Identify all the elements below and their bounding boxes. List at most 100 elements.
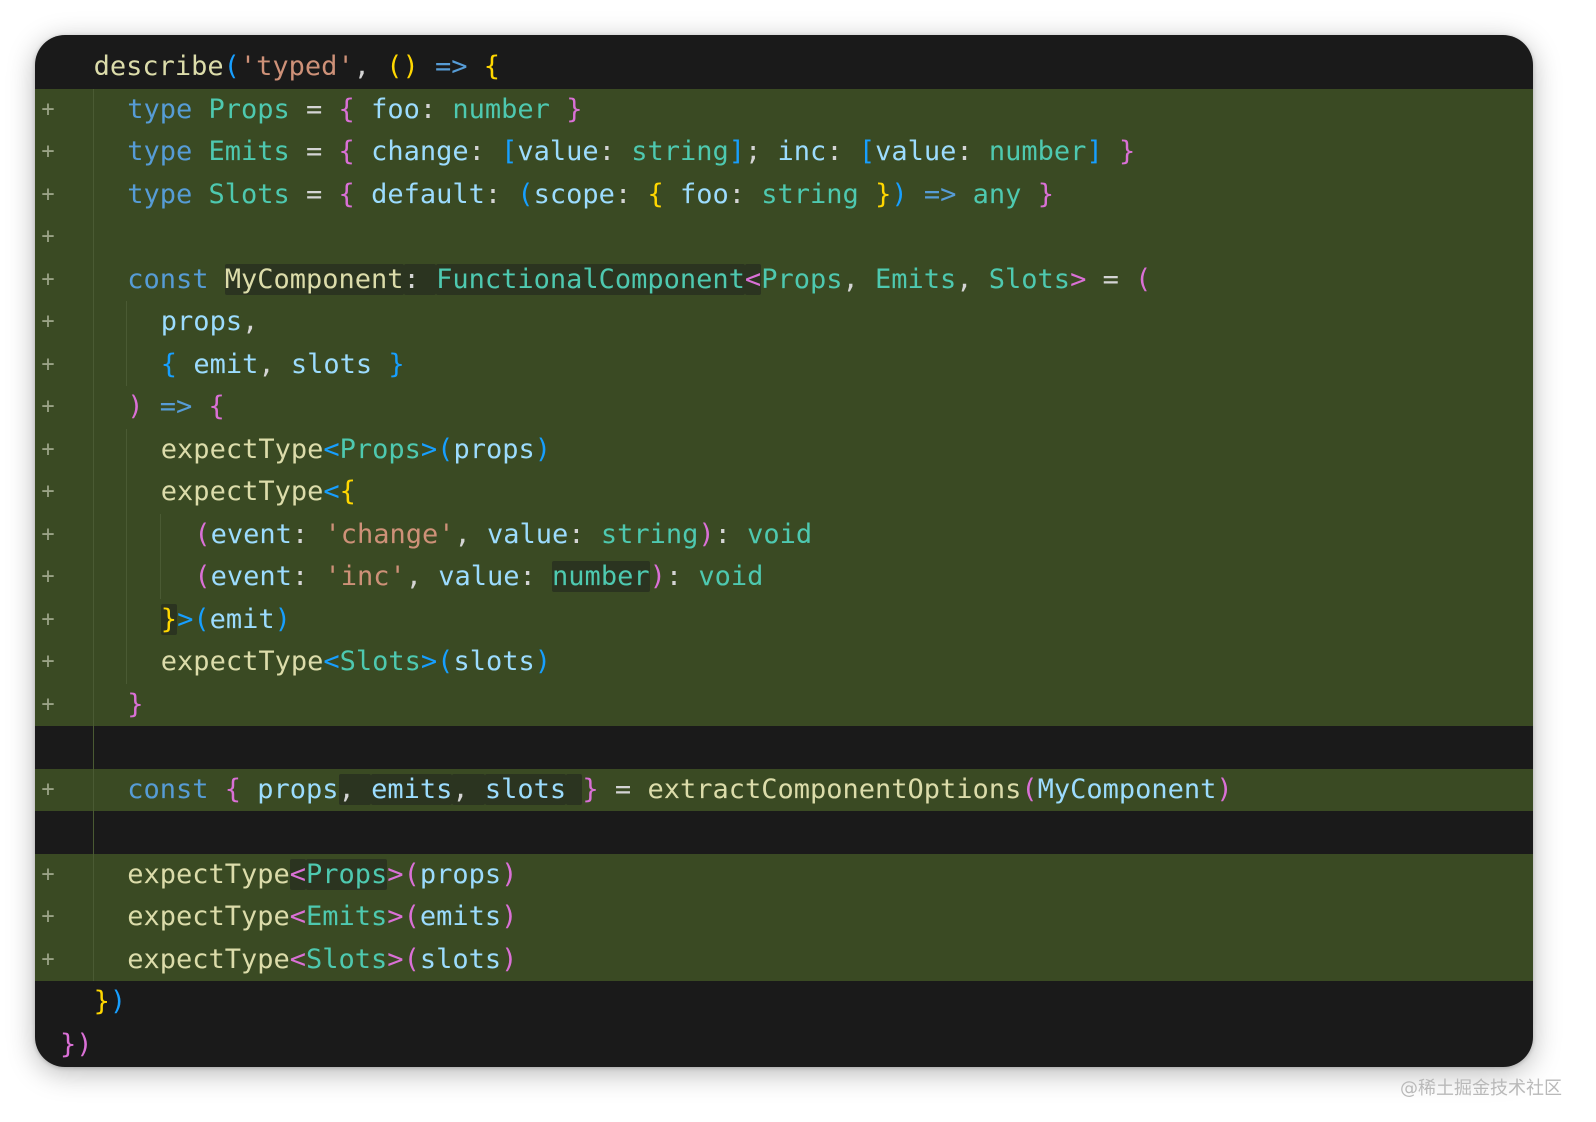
code-token: :: [826, 136, 859, 167]
code-line-text: { emit, slots }: [161, 344, 405, 387]
code-token: ,: [842, 263, 875, 295]
code-token: slots: [453, 646, 535, 677]
code-token: extractComponentOptions: [647, 773, 1022, 805]
code-token: ): [891, 178, 908, 210]
code-token: {: [338, 178, 355, 210]
code-token: (: [194, 561, 211, 592]
code-line: + expectType<Props>(props): [35, 853, 1533, 897]
code-token: (: [223, 51, 240, 82]
code-token: foo: [371, 93, 420, 125]
code-token: Props: [339, 433, 421, 465]
code-token: :: [291, 561, 325, 592]
code-token: (): [386, 51, 419, 82]
code-token: slots: [419, 943, 502, 975]
diff-added-marker: +: [41, 564, 55, 589]
code-token: [: [858, 136, 876, 167]
code-token: :: [665, 561, 699, 592]
code-token: 'inc': [324, 561, 406, 592]
diff-added-marker: +: [41, 96, 55, 122]
code-line-text: }): [60, 1024, 93, 1067]
diff-added-marker: +: [41, 139, 55, 164]
code-token: {: [160, 348, 178, 380]
code-token: ): [501, 901, 518, 932]
code-token: ): [501, 943, 518, 975]
code-line-text: (event: 'inc', value: number): void: [194, 556, 763, 599]
code-token: <: [323, 646, 340, 677]
code-token: :: [714, 518, 748, 550]
diff-added-marker: +: [41, 691, 55, 717]
code-line-text: expectType<Slots>(slots): [161, 641, 551, 684]
code-token: change: [371, 136, 469, 167]
indent-guide: [159, 513, 161, 599]
code-line: describe('typed', () => {: [35, 46, 1533, 89]
code-token: >: [1070, 263, 1087, 295]
code-token: 'typed': [239, 51, 354, 82]
code-token: any: [972, 178, 1022, 210]
code-token: {: [339, 476, 356, 507]
code-line: + props,: [35, 301, 1533, 344]
code-token: {: [338, 136, 355, 167]
code-line: }): [35, 981, 1533, 1024]
code-line-text: expectType<Emits>(emits): [127, 896, 517, 939]
code-token: >: [387, 858, 404, 890]
code-token: }: [566, 93, 583, 125]
code-token: :: [614, 178, 648, 210]
code-token: <: [323, 433, 340, 465]
code-token: ): [534, 433, 551, 465]
diff-added-marker: +: [41, 946, 55, 972]
code-token: [566, 773, 583, 805]
code-line: + const MyComponent: FunctionalComponent<…: [35, 258, 1533, 301]
code-token: :: [403, 263, 437, 295]
code-token: value: [438, 561, 520, 592]
code-token: props: [453, 433, 535, 465]
code-line: + { emit, slots }: [35, 343, 1533, 387]
code-token: props: [160, 306, 243, 337]
diff-added-marker: +: [41, 521, 55, 547]
code-token: scope: [533, 178, 615, 210]
indent-guide: [126, 301, 128, 386]
code-line: + const { props, emits, slots } = extract…: [35, 768, 1533, 811]
code-line-text: (event: 'change', value: string): void: [194, 514, 812, 557]
code-token: expectType: [127, 901, 290, 932]
code-token: (: [194, 518, 211, 550]
code-token: [: [501, 136, 518, 167]
code-token: expectType: [127, 858, 290, 890]
code-token: :: [419, 93, 453, 125]
code-token: <: [323, 476, 340, 507]
code-token: <: [744, 263, 762, 295]
code-token: describe: [93, 51, 224, 82]
diff-added-marker: +: [41, 649, 55, 674]
code-token: ,: [338, 773, 372, 805]
diff-added-marker: +: [41, 351, 55, 377]
code-token: >: [420, 646, 438, 677]
code-token: Slots: [208, 178, 290, 210]
code-token: }: [160, 603, 178, 635]
code-line-text: type Emits = { change: [value: string]; …: [127, 131, 1135, 174]
code-line-text: expectType<Props>(props): [127, 854, 517, 897]
code-token: Emits: [208, 136, 290, 167]
code-token: =: [289, 93, 339, 125]
code-token: event: [210, 518, 292, 550]
code-token: Emits: [306, 901, 388, 932]
code-token: slots: [290, 348, 373, 380]
code-line-text: expectType<Slots>(slots): [127, 939, 517, 982]
code-token: }: [127, 688, 144, 720]
code-line-text: describe('typed', () => {: [94, 46, 500, 89]
code-token: MyComponent: [224, 263, 404, 295]
diff-added-marker: +: [41, 181, 55, 207]
code-line: + expectType<Props>(props): [35, 428, 1533, 471]
diff-added-marker: +: [41, 606, 55, 632]
code-token: :: [484, 178, 518, 210]
indent-guide: [92, 88, 94, 981]
code-view[interactable]: describe('typed', () => {+ type Props = {…: [35, 46, 1533, 1066]
